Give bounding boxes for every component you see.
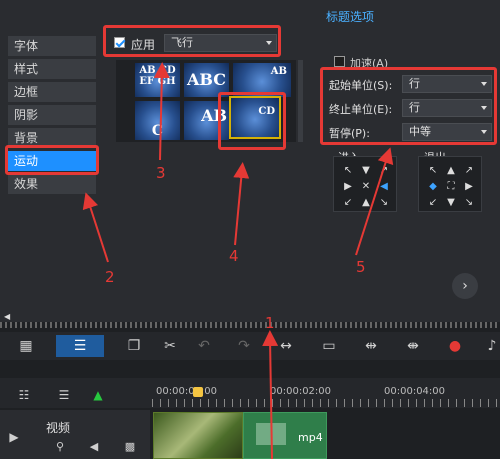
callout-3: 3 <box>156 164 166 182</box>
callout-4: 4 <box>229 247 239 265</box>
callout-5: 5 <box>356 258 366 276</box>
callout-arrows <box>82 62 394 459</box>
callout-arrow-3 <box>153 62 170 161</box>
callout-arrow-1 <box>262 330 279 459</box>
callout-arrow-2 <box>82 192 109 263</box>
callout-1: 1 <box>265 314 275 332</box>
callout-arrow-5 <box>355 147 394 256</box>
callout-2: 2 <box>105 268 115 286</box>
callout-arrow-4 <box>233 162 250 246</box>
